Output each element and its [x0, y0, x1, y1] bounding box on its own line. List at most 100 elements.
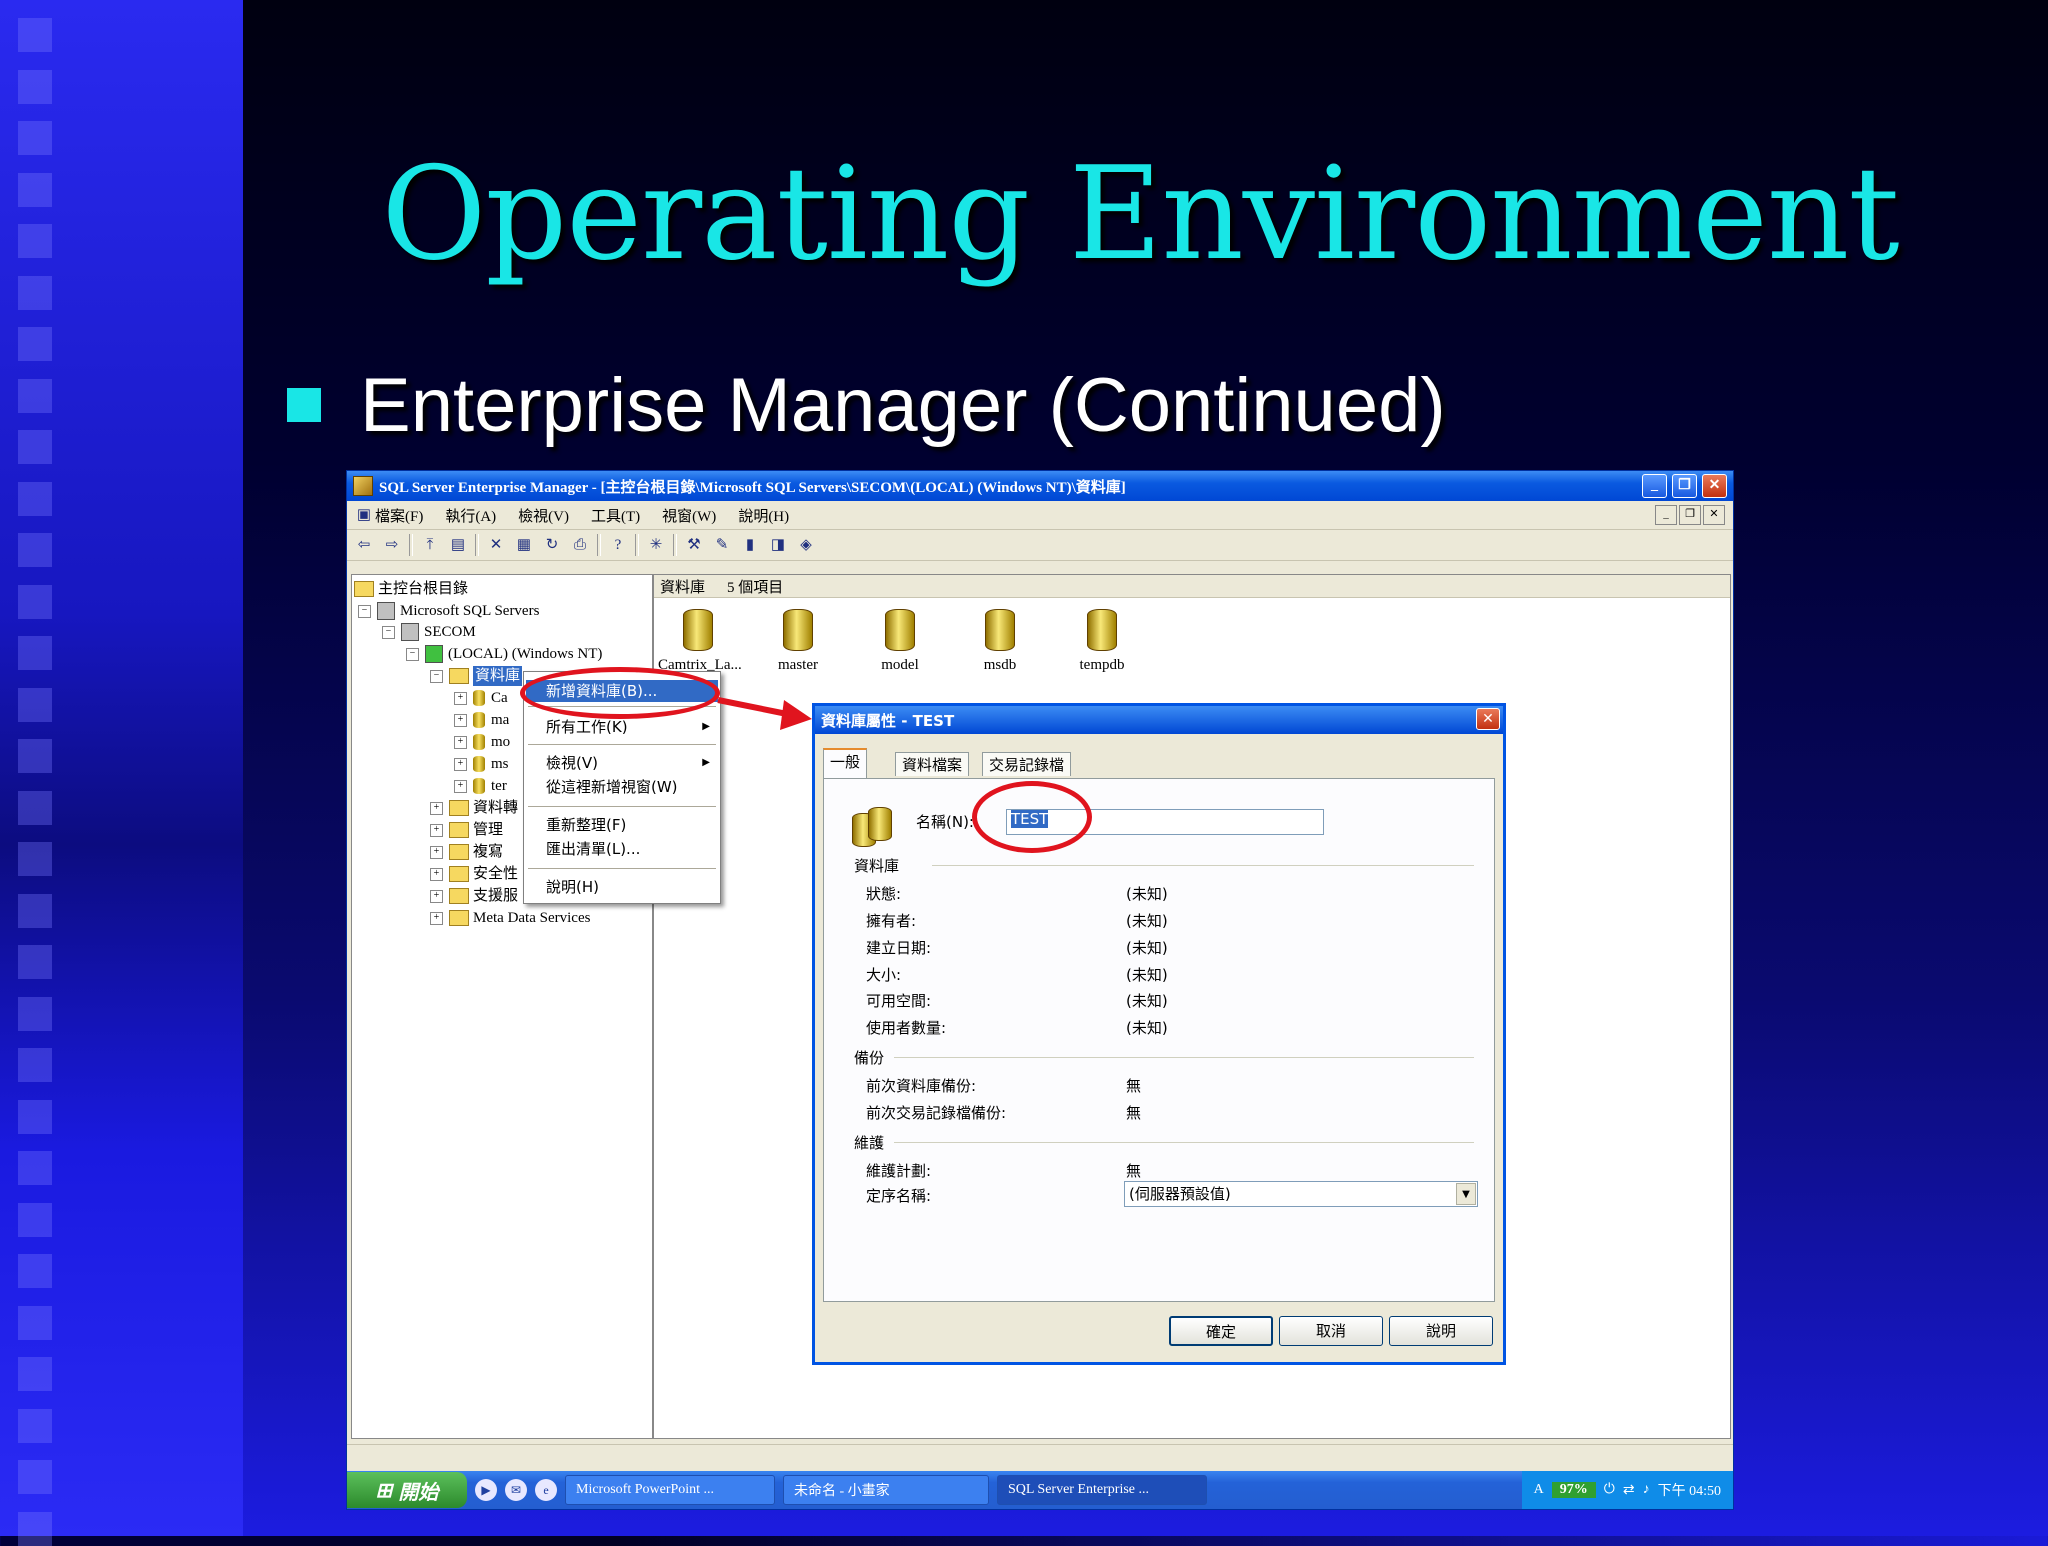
register-server-icon[interactable]: ◈	[795, 534, 817, 556]
expand-icon[interactable]: +	[454, 735, 467, 749]
tree-item-local[interactable]: − (LOCAL) (Windows NT)	[406, 644, 602, 664]
mdi-restore-button[interactable]: ❐	[1679, 505, 1701, 525]
collapse-icon[interactable]: −	[358, 604, 371, 618]
expand-icon[interactable]: +	[430, 911, 443, 925]
expand-icon[interactable]: +	[430, 867, 443, 881]
expand-icon[interactable]: +	[454, 779, 467, 793]
delete-icon[interactable]: ✕	[485, 534, 507, 556]
collapse-icon[interactable]: −	[406, 647, 419, 661]
tree-item-security[interactable]: + 安全性	[430, 864, 518, 884]
tree-item-db[interactable]: + Ca	[454, 688, 508, 708]
section-database: 資料庫	[854, 857, 900, 875]
chevron-down-icon[interactable]: ▼	[1456, 1183, 1476, 1205]
network-icon[interactable]: ⇄	[1623, 1482, 1635, 1499]
collapse-icon[interactable]: −	[382, 625, 395, 639]
ok-button[interactable]: 確定	[1169, 1316, 1273, 1346]
power-plug-icon[interactable]: ⏻	[1604, 1482, 1615, 1498]
menu-item-view[interactable]: 檢視(V) ▶	[526, 752, 718, 774]
menu-item-export[interactable]: 匯出清單(L)...	[526, 838, 718, 860]
tree-item-root[interactable]: 主控台根目錄	[354, 579, 468, 599]
tree-item-db[interactable]: + mo	[454, 732, 510, 752]
db-list-item[interactable]: msdb	[960, 609, 1040, 674]
up-folder-icon[interactable]: ⤒	[419, 534, 441, 556]
mdi-minimize-button[interactable]: _	[1655, 505, 1677, 525]
tree-item-meta-data[interactable]: + Meta Data Services	[430, 908, 590, 928]
tree-item-db[interactable]: + ms	[454, 754, 509, 774]
restore-button[interactable]: ❐	[1672, 474, 1697, 498]
job-icon[interactable]: ◨	[767, 534, 789, 556]
volume-icon[interactable]: ♪	[1643, 1482, 1650, 1498]
expand-icon[interactable]: +	[454, 713, 467, 727]
battery-status[interactable]: 97%	[1551, 1482, 1596, 1498]
tree-item-replication[interactable]: + 複寫	[430, 842, 503, 862]
menu-item-refresh[interactable]: 重新整理(F)	[526, 814, 718, 836]
database-icon	[473, 712, 485, 728]
outlook-icon[interactable]: ✉	[505, 1479, 527, 1501]
db-list-item[interactable]: model	[860, 609, 940, 674]
db-list-item[interactable]: master	[758, 609, 838, 674]
expand-icon[interactable]: +	[430, 889, 443, 903]
tab-data-files[interactable]: 資料檔案	[895, 752, 970, 776]
close-button[interactable]: ✕	[1702, 474, 1727, 498]
collation-select[interactable]: (伺服器預設值) ▼	[1124, 1181, 1478, 1207]
start-button[interactable]: ⊞ 開始	[347, 1472, 467, 1508]
group-divider	[894, 1142, 1474, 1143]
window-titlebar[interactable]: SQL Server Enterprise Manager - [主控台根目錄\…	[347, 471, 1733, 501]
decorative-square	[18, 1254, 52, 1288]
menu-item-new-window[interactable]: 從這裡新增視窗(W)	[526, 776, 718, 798]
show-tree-icon[interactable]: ▤	[447, 534, 469, 556]
menu-view[interactable]: 檢視(V)	[518, 505, 569, 526]
menu-action[interactable]: 執行(A)	[445, 505, 496, 526]
expand-icon[interactable]: +	[430, 801, 443, 815]
tree-item-support[interactable]: + 支援服	[430, 886, 518, 906]
media-player-icon[interactable]: ▶	[475, 1479, 497, 1501]
menu-item-all-tasks[interactable]: 所有工作(K) ▶	[526, 716, 718, 738]
db-list-item[interactable]: Camtrix_La...	[658, 609, 742, 674]
dialog-titlebar[interactable]: 資料庫屬性 - TEST ✕	[815, 706, 1503, 734]
menu-file[interactable]: 檔案(F)	[375, 505, 423, 526]
tab-general[interactable]: 一般	[823, 748, 868, 778]
help-icon[interactable]: ?	[607, 534, 629, 556]
task-powerpoint[interactable]: Microsoft PowerPoint ...	[565, 1475, 775, 1505]
database-icon[interactable]: ▮	[739, 534, 761, 556]
folder-open-icon	[449, 668, 469, 684]
wizard-icon[interactable]: ⚒	[683, 534, 705, 556]
back-icon[interactable]: ⇦	[353, 534, 375, 556]
menu-tools[interactable]: 工具(T)	[591, 505, 640, 526]
clock[interactable]: 下午 04:50	[1658, 1480, 1721, 1500]
expand-icon[interactable]: +	[430, 823, 443, 837]
query-icon[interactable]: ✎	[711, 534, 733, 556]
tree-item-sql-servers[interactable]: − Microsoft SQL Servers	[358, 601, 539, 621]
collapse-icon[interactable]: −	[430, 669, 443, 683]
mdi-close-button[interactable]: ✕	[1703, 505, 1725, 525]
new-icon[interactable]: ✳	[645, 534, 667, 556]
field-value: (未知)	[1126, 966, 1168, 984]
tree-item-management[interactable]: + 管理	[430, 820, 503, 840]
task-paint[interactable]: 未命名 - 小畫家	[783, 1475, 989, 1505]
expand-icon[interactable]: +	[454, 757, 467, 771]
tree-item-dts[interactable]: + 資料轉	[430, 798, 518, 818]
forward-icon[interactable]: ⇨	[381, 534, 403, 556]
decorative-square	[18, 687, 52, 722]
properties-icon[interactable]: ▦	[513, 534, 535, 556]
tree-item-db[interactable]: + ter	[454, 776, 507, 796]
refresh-icon[interactable]: ↻	[541, 534, 563, 556]
menu-help[interactable]: 說明(H)	[738, 505, 789, 526]
ie-icon[interactable]: e	[535, 1479, 557, 1501]
tree-item-db[interactable]: + ma	[454, 710, 509, 730]
expand-icon[interactable]: +	[430, 845, 443, 859]
ime-icon[interactable]: A	[1534, 1482, 1544, 1498]
minimize-button[interactable]: _	[1642, 474, 1667, 498]
expand-icon[interactable]: +	[454, 691, 467, 705]
tree-item-secom[interactable]: − SECOM	[382, 622, 476, 642]
help-button[interactable]: 說明	[1389, 1316, 1493, 1346]
export-icon[interactable]: ⎙	[569, 534, 591, 556]
menu-item-help[interactable]: 說明(H)	[526, 876, 718, 898]
task-enterprise-manager[interactable]: SQL Server Enterprise ...	[997, 1475, 1207, 1505]
tab-transaction-log[interactable]: 交易記錄檔	[982, 752, 1072, 776]
db-list-item[interactable]: tempdb	[1062, 609, 1142, 674]
tree-item-databases[interactable]: − 資料庫	[430, 666, 523, 686]
cancel-button[interactable]: 取消	[1279, 1316, 1383, 1346]
menu-window[interactable]: 視窗(W)	[662, 505, 716, 526]
dialog-close-button[interactable]: ✕	[1476, 708, 1500, 730]
